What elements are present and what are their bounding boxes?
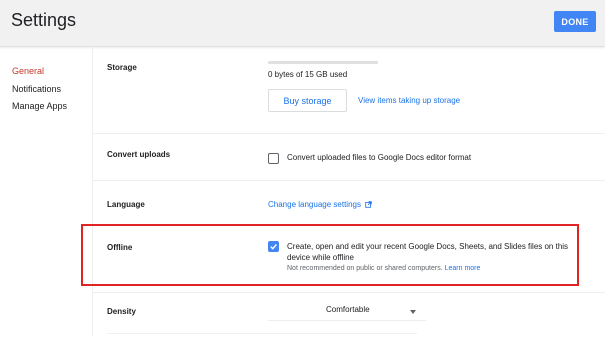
density-dropdown[interactable]: Comfortable <box>268 302 426 321</box>
row-divider <box>107 333 417 334</box>
buy-storage-button[interactable]: Buy storage <box>268 89 347 112</box>
convert-uploads-label: Convert uploads <box>107 150 171 159</box>
density-label: Density <box>107 307 136 316</box>
row-divider <box>93 133 605 134</box>
done-button[interactable]: DONE <box>554 11 596 32</box>
caret-down-icon <box>410 310 416 314</box>
open-in-new-icon <box>365 201 372 210</box>
storage-label: Storage <box>107 63 137 72</box>
page-title: Settings <box>11 10 77 30</box>
settings-header: Settings DONE <box>0 0 605 47</box>
convert-uploads-checkbox[interactable] <box>268 153 279 164</box>
sidebar-item-manage-apps[interactable]: Manage Apps <box>12 101 67 111</box>
sidebar-item-notifications[interactable]: Notifications <box>12 84 61 94</box>
change-language-link-text: Change language settings <box>268 200 361 209</box>
offline-highlight-box <box>81 224 579 286</box>
change-language-link[interactable]: Change language settings <box>268 200 372 210</box>
row-divider <box>93 180 605 181</box>
view-storage-link[interactable]: View items taking up storage <box>358 96 460 105</box>
row-divider <box>93 292 605 293</box>
language-label: Language <box>107 200 145 209</box>
storage-usage-text: 0 bytes of 15 GB used <box>268 70 348 79</box>
sidebar-item-general[interactable]: General <box>12 66 44 76</box>
convert-uploads-text: Convert uploaded files to Google Docs ed… <box>287 153 472 162</box>
storage-usage-bar <box>268 61 378 64</box>
density-selected-value: Comfortable <box>326 305 370 314</box>
